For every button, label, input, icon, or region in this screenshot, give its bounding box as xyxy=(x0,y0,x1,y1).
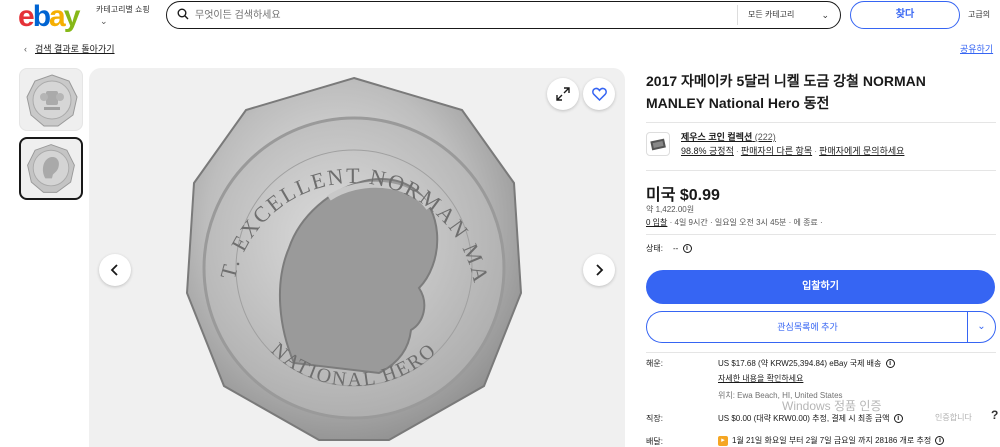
shipping-details-link[interactable]: 자세한 내용을 확인하세요 xyxy=(718,373,803,384)
current-price: 미국 $0.99 xyxy=(646,187,720,204)
category-select[interactable]: 모든 카테고리 ⌄ xyxy=(737,5,837,25)
previous-image-button[interactable] xyxy=(99,254,131,286)
chevron-left-icon xyxy=(110,264,118,276)
main-product-image[interactable]: THE RT. EXCELLENT NORMAN MANLEY NATIONAL… xyxy=(89,68,625,447)
shop-by-category-button[interactable]: 카테고리별 쇼핑 xyxy=(96,4,152,15)
listing-title: 2017 자메이카 5달러 니켈 도금 강철 NORMAN MANLEY Nat… xyxy=(646,73,926,111)
chevron-right-icon xyxy=(596,264,604,276)
shipping-label: 해운: xyxy=(646,359,663,368)
watch-heart-button[interactable] xyxy=(583,78,615,110)
add-to-watchlist-button[interactable]: 관심목록에 추가 xyxy=(646,311,968,343)
coin-image: THE RT. EXCELLENT NORMAN MANLEY NATIONAL… xyxy=(89,68,523,441)
place-bid-button[interactable]: 입찰하기 xyxy=(646,270,995,304)
search-input[interactable] xyxy=(195,6,715,24)
chevron-down-icon: ⌄ xyxy=(100,16,108,26)
info-icon[interactable]: i xyxy=(893,414,903,424)
chevron-left-icon: ‹ xyxy=(24,44,27,54)
chevron-down-icon: ⌄ xyxy=(977,321,986,332)
seller-avatar[interactable] xyxy=(646,132,670,156)
divider xyxy=(646,352,996,353)
delivery-value: ▸ 1월 21일 화요일 부터 2월 7일 금요일 까지 28186 개로 추정 … xyxy=(718,435,945,446)
delivery-label: 배달: xyxy=(646,437,663,446)
watchlist-dropdown-button[interactable]: ⌄ xyxy=(967,311,996,343)
import-label: 직장: xyxy=(646,414,663,423)
search-icon xyxy=(177,8,189,20)
heart-icon xyxy=(591,87,607,101)
divider xyxy=(646,122,996,123)
coin-obverse-image xyxy=(27,144,75,193)
import-value: US $0.00 (대략 KRW0.00) 추정, 결제 시 최종 금액 i xyxy=(718,413,903,424)
condition-row: 상태: -- i xyxy=(646,243,692,254)
advanced-search-link[interactable]: 고급의 xyxy=(968,9,990,20)
bids-and-time-row: 0 입찰 · 4일 9시간 · 일요일 오전 3시 45분 · 에 종료 · xyxy=(646,217,823,228)
info-icon[interactable]: i xyxy=(935,436,945,446)
approx-price: 약 1,422.00원 xyxy=(646,205,695,214)
bid-count-link[interactable]: 0 입찰 xyxy=(646,218,667,227)
back-to-results-link[interactable]: ‹ 검색 결과로 돌아가기 xyxy=(24,42,115,55)
shipping-value: US $17.68 (약 KRW25,394.84) eBay 국제 배송 i xyxy=(718,358,895,369)
windows-activation-subtext: 인증합니다 xyxy=(935,413,972,422)
ebay-logo[interactable]: ebay xyxy=(18,2,80,32)
seller-feedback-link[interactable]: 98.8% 긍정적 xyxy=(681,146,734,156)
seller-other-items-link[interactable]: 판매자의 다른 항목 xyxy=(741,146,812,156)
coin-reverse-image xyxy=(26,74,78,127)
thumbnail-coin-obverse[interactable] xyxy=(19,137,83,200)
delivery-badge-icon: ▸ xyxy=(718,435,728,446)
help-button[interactable]: ? xyxy=(991,408,998,422)
time-left: · 4일 9시간 · 일요일 오전 3시 45분 · 에 종료 · xyxy=(669,218,823,227)
info-icon[interactable]: i xyxy=(885,359,895,369)
chevron-down-icon: ⌄ xyxy=(821,10,829,20)
search-bar: 모든 카테고리 ⌄ xyxy=(166,1,841,29)
next-image-button[interactable] xyxy=(583,254,615,286)
windows-activation-watermark: Windows 정품 인증 xyxy=(782,399,882,413)
seller-links: 98.8% 긍정적 · 판매자의 다른 항목 · 판매자에게 문의하세요 xyxy=(681,146,905,156)
divider xyxy=(646,170,996,171)
seller-name-link[interactable]: 제우스 코인 컬렉션 (222) xyxy=(681,130,776,143)
divider xyxy=(646,234,996,235)
search-button[interactable]: 찾다 xyxy=(850,1,960,29)
info-icon[interactable]: i xyxy=(682,244,692,254)
share-link[interactable]: 공유하기 xyxy=(960,42,993,55)
contact-seller-link[interactable]: 판매자에게 문의하세요 xyxy=(819,146,904,156)
expand-image-button[interactable] xyxy=(547,78,579,110)
thumbnail-coin-reverse[interactable] xyxy=(19,68,83,131)
expand-icon xyxy=(556,87,570,101)
